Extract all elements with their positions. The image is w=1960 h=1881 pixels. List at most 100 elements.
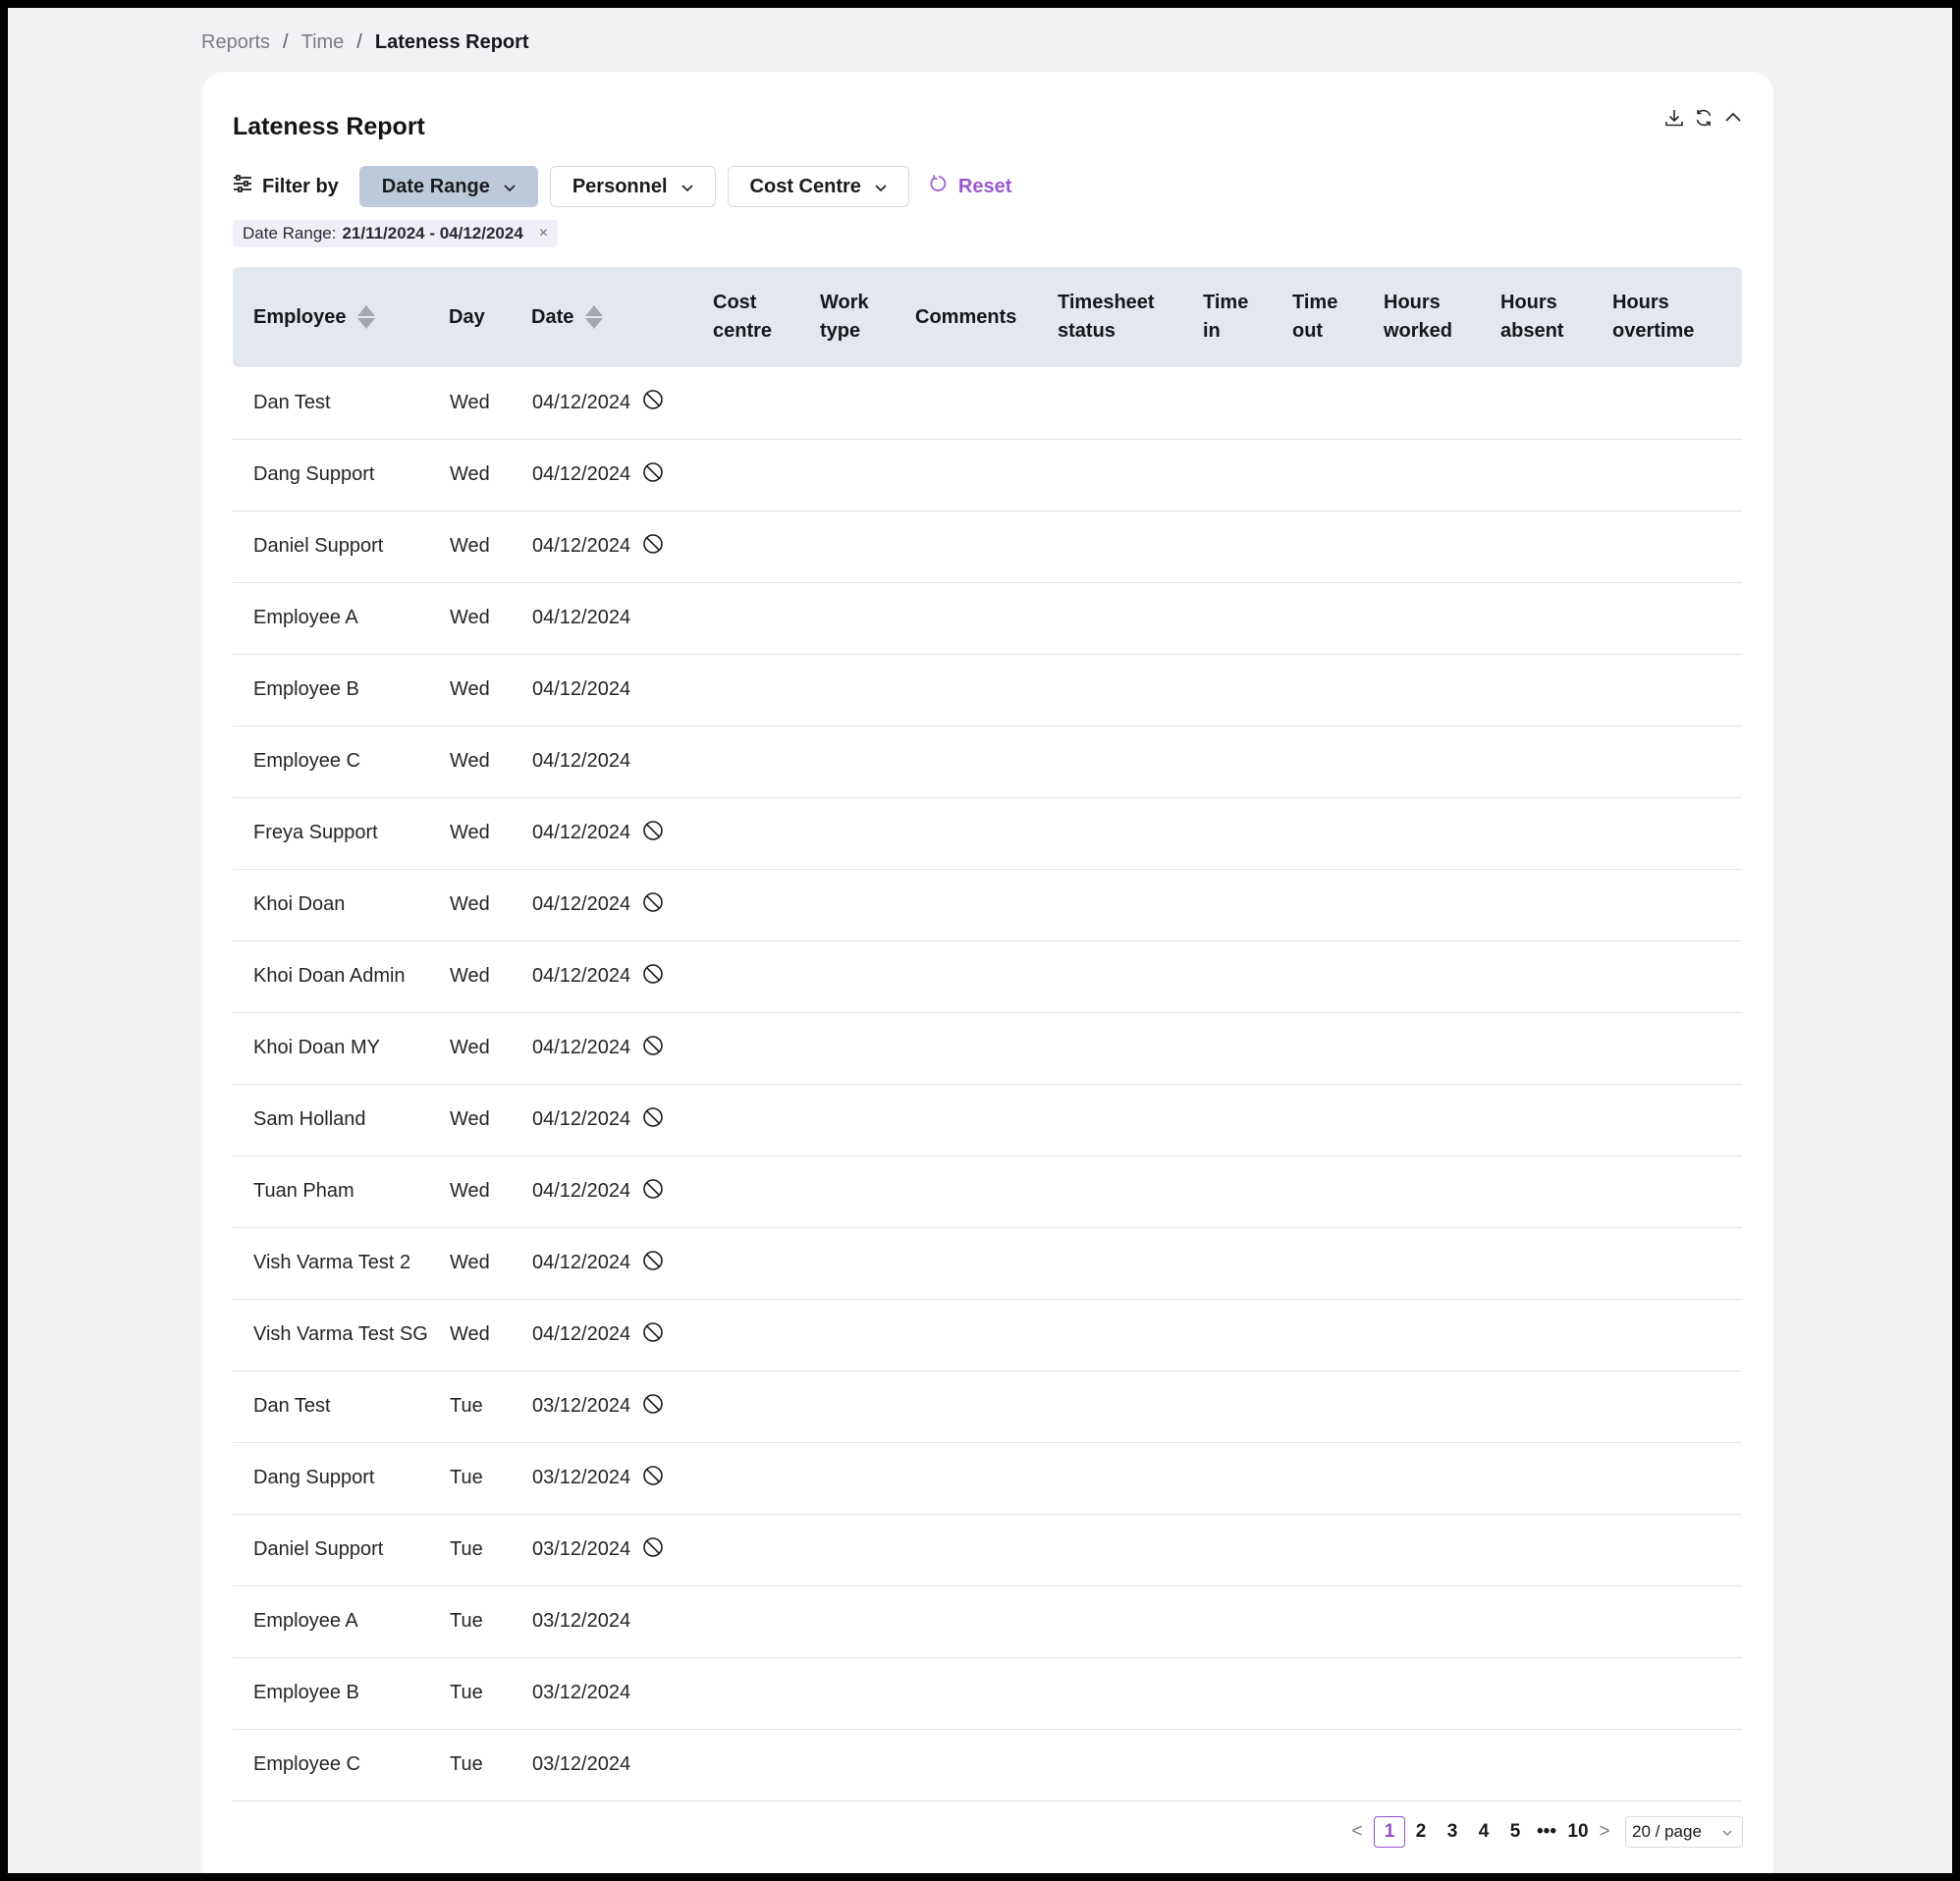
breadcrumb-item-reports[interactable]: Reports <box>201 31 270 54</box>
table-row[interactable]: Employee B Wed 04/12/2024 <box>233 654 1742 726</box>
cell-hours-absent <box>1500 582 1612 654</box>
cell-hours-worked <box>1384 1299 1500 1370</box>
column-header-comments: Comments <box>915 267 1058 367</box>
cell-time-in <box>1203 439 1292 511</box>
pagination-page-current[interactable]: 1 <box>1374 1816 1405 1848</box>
cell-hours-worked <box>1384 511 1500 582</box>
table-row[interactable]: Vish Varma Test SG Wed 04/12/2024 <box>233 1299 1742 1370</box>
cell-employee: Vish Varma Test SG <box>253 1323 428 1345</box>
cell-work-type <box>820 1370 915 1442</box>
cell-date: 04/12/2024 <box>531 367 713 439</box>
breadcrumb-separator: / <box>356 31 362 53</box>
cell-hours-worked <box>1384 1155 1500 1227</box>
cell-hours-overtime <box>1612 654 1742 726</box>
table-row[interactable]: Employee A Tue 03/12/2024 <box>233 1585 1742 1657</box>
personnel-filter-button[interactable]: Personnel <box>549 166 716 207</box>
cell-hours-worked <box>1384 1442 1500 1514</box>
cell-time-in <box>1203 1370 1292 1442</box>
column-header-label: Timesheet status <box>1058 292 1155 342</box>
cell-time-out <box>1292 1155 1384 1227</box>
cell-work-type <box>820 1012 915 1084</box>
table-row[interactable]: Freya Support Wed 04/12/2024 <box>233 797 1742 869</box>
cell-cost-centre <box>713 869 820 940</box>
table-row[interactable]: Dan Test Tue 03/12/2024 <box>233 1370 1742 1442</box>
pagination-page[interactable]: 5 <box>1499 1816 1531 1848</box>
column-header-label: Comments <box>915 305 1017 328</box>
table-row[interactable]: Dang Support Wed 04/12/2024 <box>233 439 1742 511</box>
cell-comments <box>915 511 1058 582</box>
sort-icon[interactable] <box>357 305 376 329</box>
cell-timesheet-status <box>1058 582 1203 654</box>
sort-icon[interactable] <box>585 305 604 329</box>
cell-hours-absent <box>1500 367 1612 439</box>
cell-cost-centre <box>713 1729 820 1800</box>
collapse-icon[interactable] <box>1722 107 1744 129</box>
chevron-down-icon <box>504 176 516 198</box>
download-icon[interactable] <box>1663 107 1685 129</box>
table-row[interactable]: Dang Support Tue 03/12/2024 <box>233 1442 1742 1514</box>
pagination-next-button[interactable]: > <box>1594 1821 1615 1843</box>
table-row[interactable]: Tuan Pham Wed 04/12/2024 <box>233 1155 1742 1227</box>
column-header-time-in: Time in <box>1203 267 1292 367</box>
cell-day: Wed <box>450 678 490 700</box>
cell-time-out <box>1292 654 1384 726</box>
table-row[interactable]: Khoi Doan Admin Wed 04/12/2024 <box>233 940 1742 1012</box>
pagination-page[interactable]: 3 <box>1437 1816 1468 1848</box>
table-header-row: Employee Day Date Cost centre Work type … <box>233 267 1742 367</box>
table-row[interactable]: Sam Holland Wed 04/12/2024 <box>233 1084 1742 1155</box>
cell-employee: Vish Varma Test 2 <box>253 1252 411 1273</box>
column-header-hours-overtime: Hours overtime <box>1612 267 1742 367</box>
table-row[interactable]: Daniel Support Tue 03/12/2024 <box>233 1514 1742 1585</box>
cell-employee: Dan Test <box>253 391 331 413</box>
cell-employee: Tuan Pham <box>253 1180 354 1202</box>
pagination-page-last[interactable]: 10 <box>1562 1816 1594 1848</box>
cell-date-value: 04/12/2024 <box>532 535 631 557</box>
cell-comments <box>915 1442 1058 1514</box>
pagination-page[interactable]: 2 <box>1405 1816 1437 1848</box>
cell-work-type <box>820 869 915 940</box>
cell-employee: Daniel Support <box>253 535 384 557</box>
table-row[interactable]: Daniel Support Wed 04/12/2024 <box>233 511 1742 582</box>
cost-centre-filter-button[interactable]: Cost Centre <box>727 166 909 207</box>
cell-work-type <box>820 797 915 869</box>
cell-timesheet-status <box>1058 797 1203 869</box>
table-row[interactable]: Khoi Doan MY Wed 04/12/2024 <box>233 1012 1742 1084</box>
table-row[interactable]: Employee A Wed 04/12/2024 <box>233 582 1742 654</box>
table-row[interactable]: Employee B Tue 03/12/2024 <box>233 1657 1742 1729</box>
column-header-date[interactable]: Date <box>531 267 713 367</box>
cell-comments <box>915 654 1058 726</box>
pagination-prev-button[interactable]: < <box>1346 1821 1368 1843</box>
table-row[interactable]: Employee C Wed 04/12/2024 <box>233 726 1742 797</box>
table-row[interactable]: Vish Varma Test 2 Wed 04/12/2024 <box>233 1227 1742 1299</box>
cell-day: Wed <box>450 822 490 843</box>
table-row[interactable]: Dan Test Wed 04/12/2024 <box>233 367 1742 439</box>
cell-work-type <box>820 1299 915 1370</box>
reset-button[interactable]: Reset <box>929 174 1011 199</box>
cell-time-out <box>1292 940 1384 1012</box>
cell-hours-absent <box>1500 940 1612 1012</box>
column-header-label: Work type <box>820 292 869 342</box>
column-header-employee[interactable]: Employee <box>233 267 449 367</box>
cell-comments <box>915 726 1058 797</box>
date-range-filter-button[interactable]: Date Range <box>358 166 538 207</box>
breadcrumb-item-time[interactable]: Time <box>301 31 345 54</box>
table-row[interactable]: Employee C Tue 03/12/2024 <box>233 1729 1742 1800</box>
pagination-ellipsis[interactable]: ••• <box>1531 1816 1562 1848</box>
cell-hours-worked <box>1384 1514 1500 1585</box>
cell-time-in <box>1203 1084 1292 1155</box>
cell-time-out <box>1292 1370 1384 1442</box>
cell-timesheet-status <box>1058 439 1203 511</box>
blocked-icon <box>642 533 664 561</box>
cell-date-value: 04/12/2024 <box>532 750 631 772</box>
cell-time-in <box>1203 1729 1292 1800</box>
table-row[interactable]: Khoi Doan Wed 04/12/2024 <box>233 869 1742 940</box>
close-icon[interactable]: × <box>539 225 548 242</box>
cell-hours-worked <box>1384 869 1500 940</box>
cell-timesheet-status <box>1058 654 1203 726</box>
page-size-select[interactable]: 20 / page <box>1625 1816 1743 1848</box>
breadcrumb: Reports / Time / Lateness Report <box>201 31 529 54</box>
refresh-icon[interactable] <box>1693 107 1715 129</box>
column-header-hours-worked: Hours worked <box>1384 267 1500 367</box>
cell-hours-overtime <box>1612 1084 1742 1155</box>
pagination-page[interactable]: 4 <box>1468 1816 1499 1848</box>
